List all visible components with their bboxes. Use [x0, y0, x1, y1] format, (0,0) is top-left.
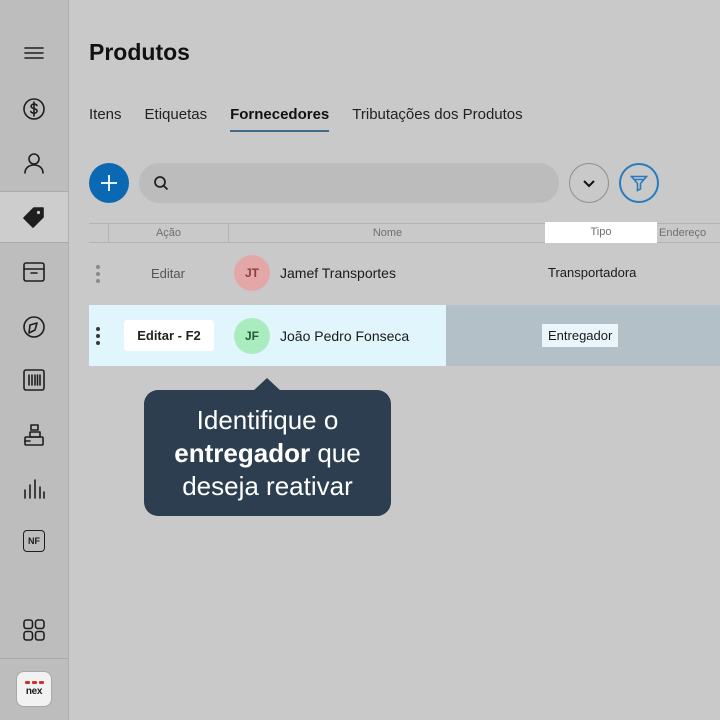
- avatar: JF: [234, 318, 270, 354]
- menu-button[interactable]: [0, 28, 68, 78]
- dollar-icon: [23, 98, 45, 120]
- chevron-down-icon: [583, 180, 595, 188]
- tab-etiquetas[interactable]: Etiquetas: [145, 106, 208, 132]
- sidebar-item-painel[interactable]: [0, 301, 68, 351]
- tooltip-bold-text: entregador: [174, 438, 311, 468]
- row-menu-icon[interactable]: [96, 265, 100, 283]
- search-icon: [154, 176, 169, 191]
- sidebar-item-produtos[interactable]: [0, 191, 68, 243]
- sidebar-divider: [0, 658, 68, 659]
- tag-icon: [23, 207, 44, 228]
- menu-icon: [24, 47, 44, 59]
- sidebar-item-apps[interactable]: [0, 605, 68, 655]
- tutorial-tooltip: Identifique o entregador que deseja reat…: [144, 390, 391, 516]
- sidebar-item-clientes[interactable]: [0, 138, 68, 188]
- search-bar: [139, 163, 559, 203]
- expand-options-button[interactable]: [569, 163, 609, 203]
- tachometer-icon: [23, 316, 45, 338]
- tab-itens[interactable]: Itens: [89, 106, 122, 132]
- edit-f2-button[interactable]: Editar - F2: [124, 320, 214, 351]
- tooltip-line-1: Identifique o: [196, 405, 339, 435]
- tab-fornecedores[interactable]: Fornecedores: [230, 106, 330, 132]
- tooltip-line-3: deseja reativar: [182, 471, 353, 501]
- tab-tributacoes[interactable]: Tributações dos Produtos: [352, 106, 522, 132]
- add-button[interactable]: [89, 163, 129, 203]
- sidebar-item-estoque[interactable]: [0, 247, 68, 297]
- box-icon: [23, 262, 45, 282]
- supplier-type: Entregador: [542, 324, 619, 347]
- header-tipo: Tipo: [545, 222, 657, 243]
- plus-icon: [101, 175, 117, 191]
- table-header: Ação Nome Tipo Endereço: [89, 222, 720, 243]
- header-nome: Nome: [228, 224, 546, 242]
- page-title: Produtos: [89, 39, 190, 65]
- row-menu-icon[interactable]: [96, 327, 100, 345]
- barcode-icon: [23, 369, 45, 391]
- sidebar-item-financeiro[interactable]: [0, 84, 68, 134]
- sidebar: NF nex: [0, 0, 69, 720]
- tooltip-line-2-rest: que: [310, 438, 361, 468]
- filter-button[interactable]: [619, 163, 659, 203]
- sidebar-item-notas-fiscais[interactable]: NF: [0, 516, 68, 566]
- filter-icon: [629, 175, 649, 192]
- sidebar-item-codigos[interactable]: [0, 355, 68, 405]
- invoice-nf-icon: NF: [23, 530, 45, 552]
- search-input[interactable]: [179, 175, 539, 191]
- register-icon: [24, 424, 44, 446]
- sidebar-item-relatorios[interactable]: [0, 464, 68, 514]
- sidebar-item-caixa[interactable]: [0, 410, 68, 460]
- nex-logo-text: nex: [25, 686, 43, 697]
- header-select-column: [89, 224, 108, 242]
- tab-bar: Itens Etiquetas Fornecedores Tributações…: [89, 106, 546, 132]
- edit-button[interactable]: Editar: [151, 266, 185, 281]
- nex-logo[interactable]: nex: [16, 671, 52, 707]
- avatar: JT: [234, 255, 270, 291]
- tooltip-line-2: entregador que: [144, 437, 391, 470]
- bar-chart-icon: [24, 479, 45, 499]
- header-acao: Ação: [108, 224, 228, 242]
- supplier-name: Jamef Transportes: [280, 265, 396, 281]
- supplier-name: João Pedro Fonseca: [280, 328, 410, 344]
- nex-logo-mark: [24, 681, 44, 684]
- user-icon: [24, 153, 44, 174]
- apps-grid-icon: [23, 619, 45, 641]
- header-endereco: Endereço: [659, 227, 707, 239]
- supplier-type: Transportadora: [548, 265, 637, 280]
